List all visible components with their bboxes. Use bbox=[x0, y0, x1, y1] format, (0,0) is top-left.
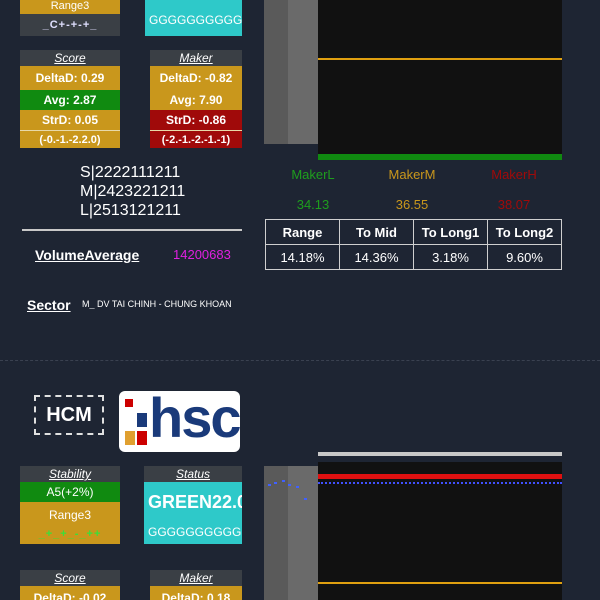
status-title: Status bbox=[144, 466, 242, 482]
sector-value: M_ DV TAI CHINH - CHUNG KHOAN bbox=[82, 299, 232, 309]
range-cell: Range3 bbox=[20, 0, 120, 14]
stability-card-top: Range3 _C+-+-+_ bbox=[20, 0, 120, 36]
price-dot bbox=[268, 484, 271, 486]
maker-str: StrD: -0.86 bbox=[150, 110, 242, 130]
score-tuple: (-0.-1.-2.2.0) bbox=[20, 130, 120, 148]
stability-trend: _+_+_-_++ bbox=[20, 524, 120, 544]
maker-card: Maker DeltaD: -0.82 Avg: 7.90 StrD: -0.8… bbox=[150, 50, 242, 148]
maker-title-bottom: Maker bbox=[150, 570, 242, 586]
maker-tuple: (-2.-1.-2.-1.-1) bbox=[150, 130, 242, 148]
logo-mark-icon bbox=[125, 431, 135, 445]
logo-mark-icon bbox=[125, 399, 133, 407]
price-dot bbox=[282, 480, 285, 482]
volume-label[interactable]: VolumeAverage bbox=[35, 247, 139, 263]
price-dot bbox=[304, 498, 307, 500]
price-dots bbox=[264, 472, 318, 512]
maker-low-label: MakerL bbox=[291, 167, 335, 182]
logo-mark-icon bbox=[137, 431, 147, 445]
stability-range: Range3 bbox=[20, 502, 120, 524]
score-card-bottom: Score DeltaD: -0.02 bbox=[20, 570, 120, 600]
logo-text: hsc bbox=[149, 391, 240, 449]
maker-delta: DeltaD: -0.82 bbox=[150, 66, 242, 90]
maker-high-value: 38.07 bbox=[497, 197, 531, 212]
score-card: Score DeltaD: 0.29 Avg: 2.87 StrD: 0.05 … bbox=[20, 50, 120, 148]
stats-header: To Mid bbox=[339, 219, 414, 245]
chart-gutter bbox=[288, 0, 318, 144]
status-value: GGGGGGGGGG bbox=[145, 0, 242, 36]
chart-plot bbox=[318, 462, 562, 600]
score-title: Score bbox=[20, 50, 120, 66]
trend-cell: _C+-+-+_ bbox=[20, 14, 120, 36]
level-line-gold bbox=[318, 582, 562, 584]
volume-value: 14200683 bbox=[173, 247, 231, 262]
stats-header: To Long1 bbox=[413, 219, 488, 245]
score-avg: Avg: 2.87 bbox=[20, 90, 120, 110]
signal-short: S|2222111211 bbox=[80, 164, 181, 181]
price-dot bbox=[288, 484, 291, 486]
stats-value: 14.36% bbox=[339, 244, 414, 270]
maker-avg: Avg: 7.90 bbox=[150, 90, 242, 110]
maker-delta-bottom: DeltaD: 0.18 bbox=[150, 586, 242, 600]
exchange-badge: HCM bbox=[34, 395, 104, 435]
maker-title: Maker bbox=[150, 50, 242, 66]
stability-title: Stability bbox=[20, 466, 120, 482]
level-line-red bbox=[318, 474, 562, 479]
sector-label[interactable]: Sector bbox=[27, 297, 71, 313]
price-chart-top[interactable] bbox=[264, 0, 600, 160]
stats-header: To Long2 bbox=[487, 219, 562, 245]
status-card-bottom: Status GREEN22.0 GGGGGGGGGG bbox=[144, 466, 242, 544]
maker-mid-label: MakerM bbox=[388, 167, 436, 182]
level-line-green bbox=[318, 154, 562, 160]
stability-value: A5(+2%) bbox=[20, 482, 120, 502]
score-delta-bottom: DeltaD: -0.02 bbox=[20, 586, 120, 600]
stability-card-bottom: Stability A5(+2%) Range3 _+_+_-_++ bbox=[20, 466, 120, 544]
signal-long: L|2513121211 bbox=[80, 202, 181, 219]
level-line-blue bbox=[318, 482, 562, 484]
stats-value: 14.18% bbox=[265, 244, 340, 270]
maker-mid-value: 36.55 bbox=[395, 197, 429, 212]
score-title-bottom: Score bbox=[20, 570, 120, 586]
status-sub: GGGGGGGGGG bbox=[144, 520, 242, 544]
maker-card-bottom: Maker DeltaD: 0.18 bbox=[150, 570, 242, 600]
signal-mid: M|2423221211 bbox=[80, 183, 186, 200]
maker-low-value: 34.13 bbox=[296, 197, 330, 212]
chart-left-strip bbox=[264, 0, 288, 144]
signal-lines: S|2222111211 M|2423221211 L|2513121211 bbox=[80, 163, 185, 220]
price-dot bbox=[296, 486, 299, 488]
divider bbox=[22, 229, 242, 231]
stats-header: Range bbox=[265, 219, 340, 245]
status-card-top: GGGGGGGGGG bbox=[145, 0, 242, 36]
chart-top-band bbox=[318, 452, 562, 456]
company-logo: hsc bbox=[119, 391, 240, 452]
stats-value: 3.18% bbox=[413, 244, 488, 270]
stats-value: 9.60% bbox=[487, 244, 562, 270]
stats-value-row: 14.18% 14.36% 3.18% 9.60% bbox=[265, 244, 562, 270]
logo-mark-icon bbox=[137, 413, 147, 427]
score-str: StrD: 0.05 bbox=[20, 110, 120, 130]
section-separator bbox=[0, 360, 600, 361]
status-value-bottom: GREEN22.0 bbox=[144, 482, 242, 520]
score-delta: DeltaD: 0.29 bbox=[20, 66, 120, 90]
maker-high-label: MakerH bbox=[491, 167, 537, 182]
chart-plot bbox=[318, 0, 562, 160]
price-dot bbox=[274, 482, 277, 484]
range-stats-table: Range To Mid To Long1 To Long2 14.18% 14… bbox=[265, 219, 562, 270]
price-chart-bottom[interactable] bbox=[264, 452, 600, 600]
stats-header-row: Range To Mid To Long1 To Long2 bbox=[265, 219, 562, 245]
level-line-gold bbox=[318, 58, 562, 60]
